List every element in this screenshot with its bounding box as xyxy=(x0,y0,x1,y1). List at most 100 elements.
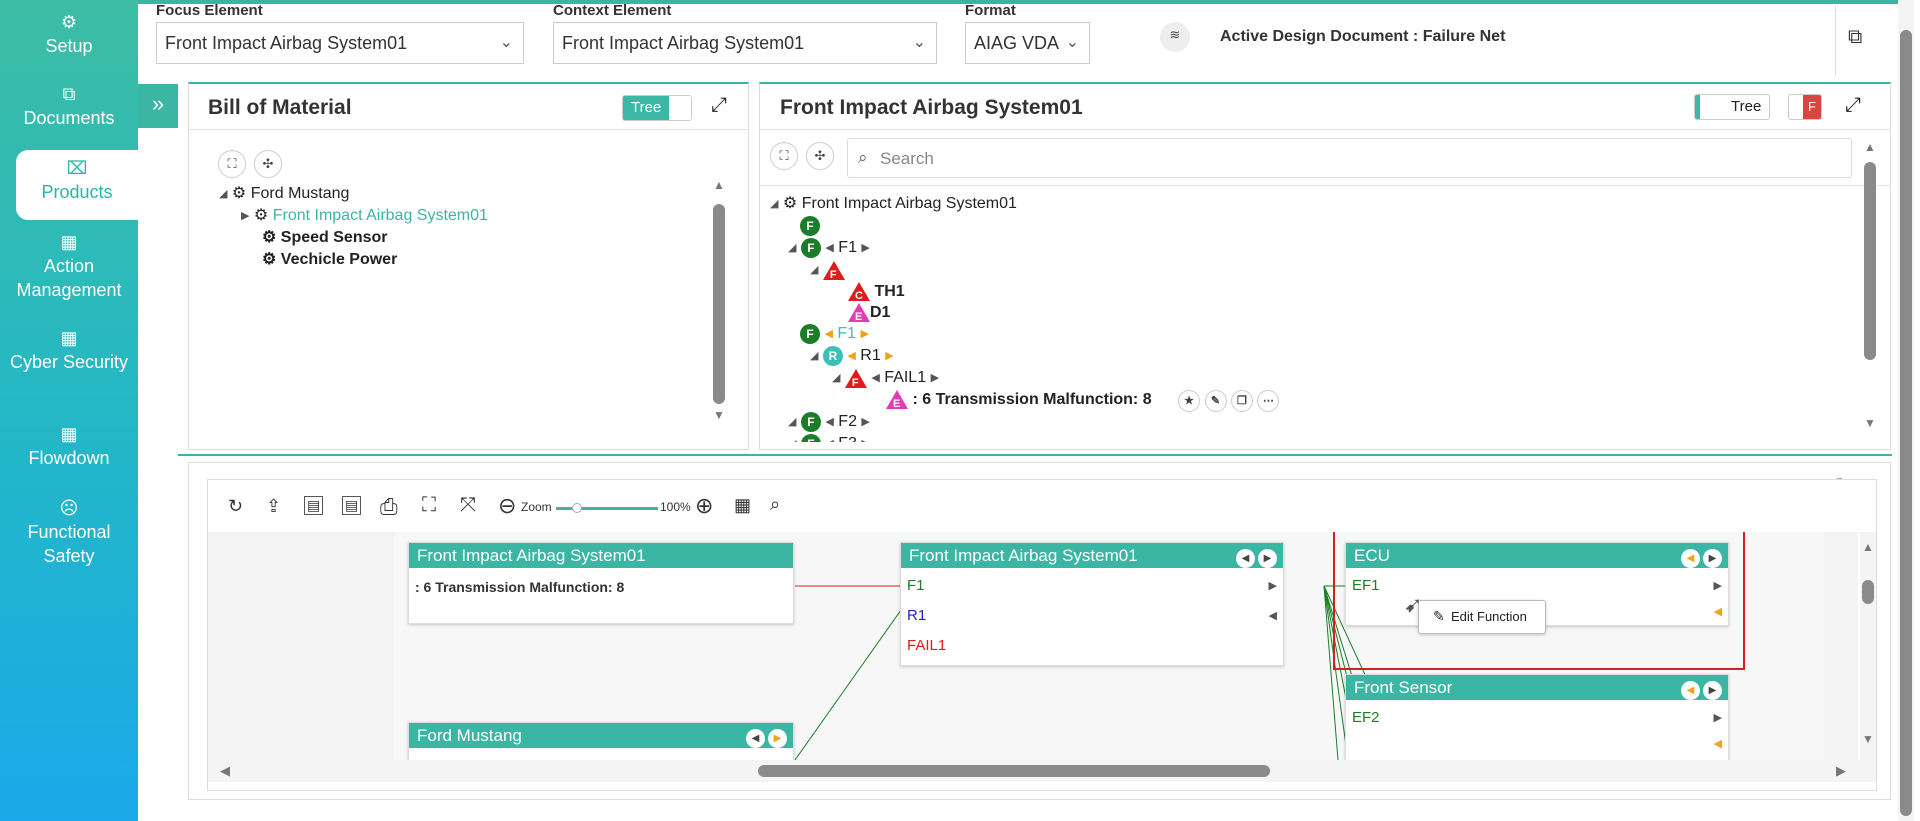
scroll-up-icon[interactable]: ▲ xyxy=(1864,140,1876,154)
node-row-failure[interactable]: FAIL1 xyxy=(907,637,946,654)
scroll-right-icon[interactable]: ▶ xyxy=(1836,763,1846,779)
refresh-icon[interactable]: ↻ xyxy=(228,496,243,517)
scroll-up-icon[interactable]: ▲ xyxy=(1862,540,1874,554)
diagram-v-scrollbar[interactable]: ▲ ▼ xyxy=(1860,532,1876,760)
scroll-up-icon[interactable]: ▲ xyxy=(713,178,725,192)
search-input[interactable]: ⌕ Search xyxy=(847,138,1852,178)
window-icon[interactable]: ⧉ xyxy=(1848,26,1862,49)
node-header: Ford Mustang ◀ ▶ xyxy=(409,723,793,748)
zoom-out-icon[interactable]: ⊖ xyxy=(498,493,516,519)
scroll-thumb[interactable] xyxy=(1900,30,1912,816)
tree-node-fail1[interactable]: ◢ F ◀ FAIL1 ▶ xyxy=(832,368,939,389)
expand-all-icon[interactable]: ⛶ xyxy=(218,150,246,178)
chevron-left-icon[interactable]: ◀ xyxy=(1714,737,1722,750)
chevron-right-icon[interactable]: ▶ xyxy=(1258,549,1277,568)
expand-all-icon[interactable]: ⛶ xyxy=(770,142,798,170)
sidebar-item-setup[interactable]: ⚙ Setup xyxy=(0,10,138,62)
tree-node-function-f3[interactable]: ◢ F ◀ F3 ▶ xyxy=(788,434,870,442)
tree-node-vechicle-power[interactable]: ⚙ Vechicle Power xyxy=(262,250,397,270)
tree-node-function-f1b[interactable]: F ◀ F1 ▶ xyxy=(800,324,869,344)
print-icon[interactable]: ⎙ xyxy=(380,494,398,520)
format-select[interactable]: AIAG VDA ⌄ xyxy=(965,22,1090,64)
diagram-node-ford-mustang[interactable]: Ford Mustang ◀ ▶ xyxy=(408,722,794,760)
svg-export-icon[interactable]: ▤ xyxy=(304,496,324,515)
scroll-thumb[interactable] xyxy=(1864,162,1876,360)
failure-toggle[interactable]: F xyxy=(1788,94,1822,120)
chevron-right-icon[interactable]: ▶ xyxy=(1714,711,1722,724)
diagram-node-front-sensor[interactable]: Front Sensor ◀ ▶ EF2 ▶ ◀ xyxy=(1345,674,1729,760)
collapse-all-icon[interactable]: ✣ xyxy=(806,142,834,170)
chevron-left-icon[interactable]: ◀ xyxy=(1236,549,1255,568)
chevron-right-icon[interactable]: ▶ xyxy=(768,729,787,748)
tree-node-ford-mustang[interactable]: ◢ ⚙ Ford Mustang xyxy=(219,184,349,204)
node-row-function[interactable]: F1 xyxy=(907,577,925,594)
divider xyxy=(189,129,748,130)
tree-node-th1[interactable]: C TH1 xyxy=(848,282,905,302)
diagram-h-scrollbar[interactable]: ◀ ▶ xyxy=(208,760,1876,782)
expand-panel-button[interactable]: » xyxy=(138,84,178,128)
sidebar-item-action-management[interactable]: ▦ Action Management xyxy=(0,230,138,306)
copy-icon[interactable]: ❐ xyxy=(1230,390,1253,412)
edit-function-tooltip[interactable]: ✎ Edit Function xyxy=(1418,600,1546,634)
sidebar-item-cyber-security[interactable]: ▦ Cyber Security xyxy=(0,326,138,402)
diagram-node-system-functions[interactable]: Front Impact Airbag System01 ◀ ▶ F1 R1 FAI… xyxy=(900,542,1284,666)
scroll-down-icon[interactable]: ▼ xyxy=(1862,732,1874,746)
tree-node-root[interactable]: ◢ ⚙ Front Impact Airbag System01 xyxy=(770,194,1017,214)
structure-scrollbar[interactable]: ▲ ▼ xyxy=(1864,140,1876,440)
node-row-function[interactable]: EF2 xyxy=(1352,709,1380,726)
bom-tree-toggle[interactable]: Tree xyxy=(622,95,692,121)
diagram-node-system-failure[interactable]: Front Impact Airbag System01 : 6 Transmi… xyxy=(408,542,794,624)
zoom-in-icon[interactable]: ⊕ xyxy=(695,493,713,519)
png-export-icon[interactable]: ▤ xyxy=(342,496,362,515)
diagram-canvas[interactable]: Front Impact Airbag System01 : 6 Transmi… xyxy=(208,532,1858,760)
sidebar-item-flowdown[interactable]: ▦ Flowdown xyxy=(0,422,138,474)
fullscreen-icon[interactable]: ⤧ xyxy=(460,494,476,517)
tree-node-failure[interactable]: ◢ F xyxy=(810,260,845,281)
tree-node-front-impact-airbag[interactable]: ▶ ⚙ Front Impact Airbag System01 xyxy=(241,206,488,226)
sidebar-item-documents[interactable]: ⧉ Documents xyxy=(0,82,138,134)
tree-node-malfunction[interactable]: E : 6 Transmission Malfunction: 8 ★ ✎ ❐ … xyxy=(886,390,1280,412)
zoom-slider-handle[interactable] xyxy=(572,503,582,513)
scroll-thumb[interactable] xyxy=(1862,580,1874,604)
scroll-down-icon[interactable]: ▼ xyxy=(713,408,725,422)
chevron-right-icon[interactable]: ▶ xyxy=(1269,579,1277,592)
scroll-down-icon[interactable]: ▼ xyxy=(1864,416,1876,430)
scroll-left-icon[interactable]: ◀ xyxy=(220,763,230,779)
gear-icon: ⚙ xyxy=(262,251,277,268)
upload-icon[interactable]: ⇪ xyxy=(266,496,281,517)
sidebar-item-functional-safety[interactable]: ☹ Functional Safety xyxy=(0,496,138,572)
tree-node-function-f1[interactable]: ◢ F ◀ F1 ▶ xyxy=(788,238,870,258)
context-element-select[interactable]: Front Impact Airbag System01 ⌄ xyxy=(553,22,937,64)
edit-icon[interactable]: ✎ xyxy=(1204,390,1227,412)
sidebar-item-products[interactable]: ⌧ Products xyxy=(16,150,138,220)
bom-scrollbar[interactable]: ▲ ▼ xyxy=(713,178,725,422)
tree-node-d1[interactable]: E D1 xyxy=(848,303,890,323)
gears-icon: ⚙ xyxy=(782,195,798,213)
collapse-all-icon[interactable]: ✣ xyxy=(254,150,282,178)
node-row-requirement[interactable]: R1 xyxy=(907,607,926,624)
layers-icon[interactable]: ≋ xyxy=(1160,22,1190,52)
more-icon[interactable]: ⋯ xyxy=(1257,390,1280,412)
maximize-icon[interactable]: ⤢ xyxy=(1845,94,1861,117)
tree-node-requirement-r1[interactable]: ◢ R ◀ R1 ▶ xyxy=(810,346,894,366)
chevron-left-icon[interactable]: ◀ xyxy=(1681,681,1700,700)
chevron-right-icon[interactable]: ▶ xyxy=(1703,681,1722,700)
scroll-thumb[interactable] xyxy=(713,204,725,404)
maximize-icon[interactable]: ⤢ xyxy=(711,94,727,117)
chevron-left-icon[interactable]: ◀ xyxy=(1269,609,1277,622)
focus-element-select[interactable]: Front Impact Airbag System01 ⌄ xyxy=(156,22,524,64)
fit-icon[interactable]: ⛶ xyxy=(422,494,436,517)
zoom-slider[interactable] xyxy=(556,503,658,513)
structure-tree-toggle[interactable]: Tree xyxy=(1694,94,1770,120)
tree-node-speed-sensor[interactable]: ⚙ Speed Sensor xyxy=(262,228,388,248)
chevron-left-icon[interactable]: ◀ xyxy=(746,729,765,748)
star-icon[interactable]: ★ xyxy=(1178,390,1201,412)
page-scrollbar[interactable] xyxy=(1898,0,1914,821)
scroll-thumb[interactable] xyxy=(758,765,1270,777)
node-row: : 6 Transmission Malfunction: 8 xyxy=(415,579,625,595)
tree-node-function[interactable]: F xyxy=(800,216,820,236)
format-label: Format xyxy=(965,2,1016,19)
grid-icon[interactable]: ▦ xyxy=(734,495,751,516)
search-zoom-icon[interactable]: ⌕ xyxy=(770,494,780,515)
tree-node-function-f2[interactable]: ◢ F ◀ F2 ▶ xyxy=(788,412,870,432)
